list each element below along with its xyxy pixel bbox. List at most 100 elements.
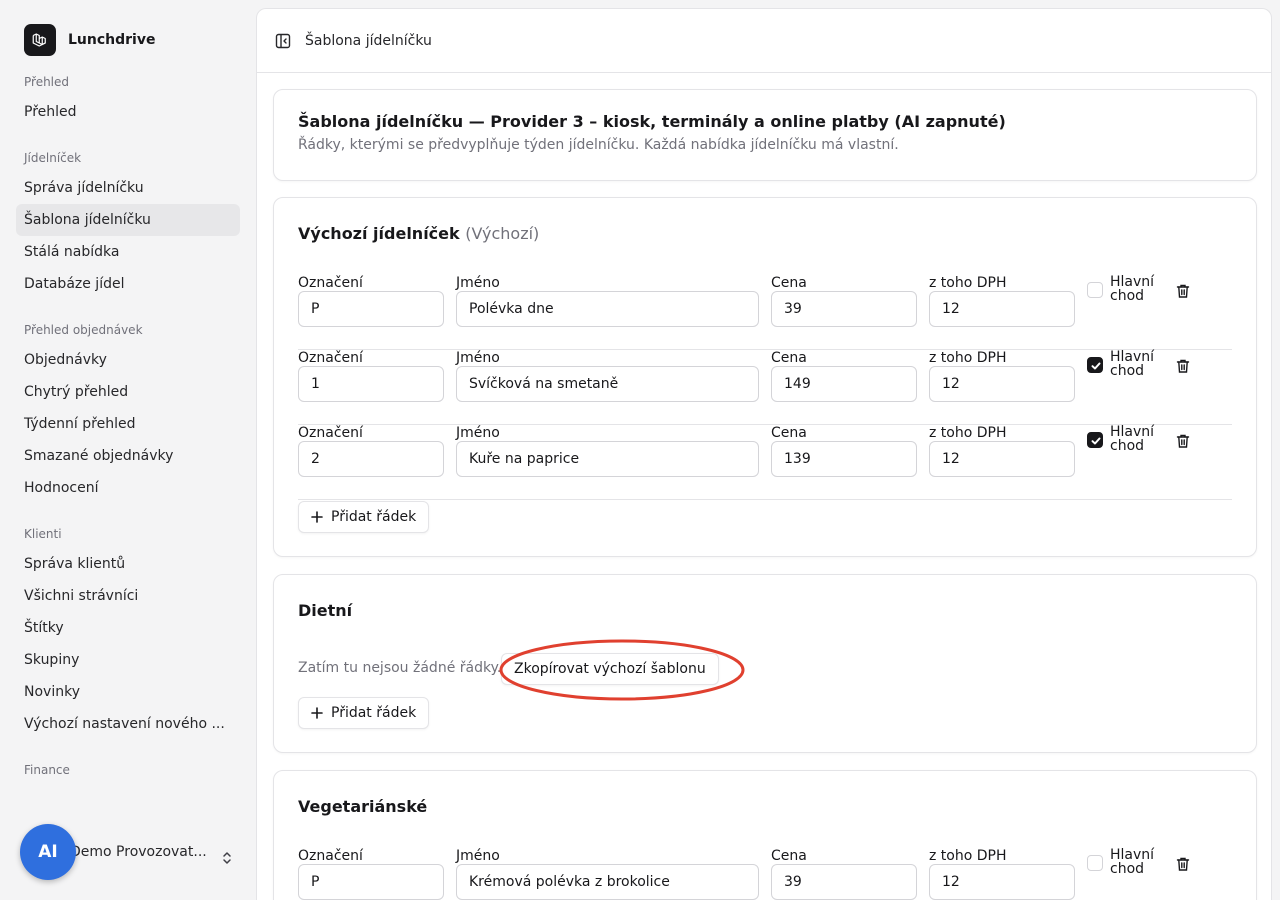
nav-group-label: Finance [24, 763, 70, 777]
empty-rows-text: Zatím tu nejsou žádné řádky. [298, 660, 502, 676]
plus-icon [311, 707, 323, 719]
price-input[interactable]: 39 [771, 864, 917, 900]
nav-group-label: Klienti [24, 527, 62, 541]
add-row-label: Přidat řádek [331, 509, 417, 525]
menu-section-default: Výchozí jídelníček (Výchozí) Označení P J… [273, 197, 1257, 557]
template-row: Označení P Jméno Polévka dne Cena 39 z toho… [298, 275, 1232, 350]
sidebar-item-hodnoceni[interactable]: Hodnocení [16, 472, 240, 504]
trash-icon[interactable] [1175, 283, 1191, 299]
menu-section-dietni: Dietní Zatím tu nejsou žádné řádky. Zkop… [273, 574, 1257, 753]
section-title: Výchozí jídelníček (Výchozí) [298, 224, 539, 243]
user-name: Demo Provozovat... [70, 844, 207, 860]
copy-default-template-label: Zkopírovat výchozí šablonu [514, 661, 706, 677]
plus-icon [311, 511, 323, 523]
price-label: Cena [771, 275, 807, 291]
vat-label: z toho DPH [929, 350, 1007, 366]
copy-default-template-button[interactable]: Zkopírovat výchozí šablonu [501, 653, 719, 685]
code-input[interactable]: P [298, 864, 444, 900]
vat-input[interactable]: 12 [929, 441, 1075, 477]
sidebar-item-chytry-prehled[interactable]: Chytrý přehled [16, 376, 240, 408]
app-logo-icon [24, 24, 56, 56]
code-label: Označení [298, 350, 363, 366]
section-title: Vegetariánské [298, 797, 428, 816]
template-title: Šablona jídelníčku — Provider 3 – kiosk,… [298, 112, 1006, 131]
section-title-text: Výchozí jídelníček [298, 224, 460, 243]
topbar: Šablona jídelníčku [257, 9, 1271, 73]
template-description: Řádky, kterými se předvyplňuje týden jíd… [298, 137, 899, 153]
add-row-button[interactable]: Přidat řádek [298, 697, 430, 729]
sidebar-toggle-icon[interactable] [275, 33, 291, 49]
trash-icon[interactable] [1175, 856, 1191, 872]
name-label: Jméno [456, 275, 500, 291]
name-input[interactable]: Polévka dne [456, 291, 759, 327]
add-row-label: Přidat řádek [331, 705, 417, 721]
sidebar-item-sprava-klientu[interactable]: Správa klientů [16, 548, 240, 580]
code-label: Označení [298, 425, 363, 441]
nav-group-label: Přehled [24, 75, 70, 89]
price-label: Cena [771, 350, 807, 366]
sidebar-item-skupiny[interactable]: Skupiny [16, 644, 240, 676]
sidebar-item-smazane-objednavky[interactable]: Smazané objednávky [16, 440, 240, 472]
chevrons-up-down-icon [223, 852, 231, 864]
sidebar-item-databaze-jidel[interactable]: Databáze jídel [16, 268, 240, 300]
vat-input[interactable]: 12 [929, 291, 1075, 327]
main-panel: Šablona jídelníčku Šablona jídelníčku — … [256, 8, 1272, 900]
name-label: Jméno [456, 848, 500, 864]
sidebar-item-sprava-jidelnicku[interactable]: Správa jídelníčku [16, 172, 240, 204]
main-course-label: Hlavní chod [1110, 349, 1155, 379]
nav-group-label: Jídelníček [24, 151, 82, 165]
main-course-checkbox[interactable] [1087, 357, 1103, 373]
sidebar-item-prehled[interactable]: Přehled [16, 96, 240, 128]
vat-input[interactable]: 12 [929, 864, 1075, 900]
code-input[interactable]: 2 [298, 441, 444, 477]
page-title: Šablona jídelníčku [305, 32, 432, 49]
brand[interactable]: Lunchdrive [24, 24, 155, 56]
check-icon [1091, 362, 1101, 370]
section-title: Dietní [298, 601, 353, 620]
sidebar-item-stala-nabidka[interactable]: Stálá nabídka [16, 236, 240, 268]
template-row: Označení P Jméno Krémová polévka z brokoli… [298, 848, 1232, 900]
sidebar: Lunchdrive Přehled Přehled Jídelníček Sp… [0, 0, 256, 900]
vat-label: z toho DPH [929, 275, 1007, 291]
avatar[interactable]: AI [20, 824, 76, 880]
menu-section-vegetarianske: Vegetariánské Označení P Jméno Krémová pol… [273, 770, 1257, 900]
code-input[interactable]: P [298, 291, 444, 327]
vat-label: z toho DPH [929, 425, 1007, 441]
template-header-card: Šablona jídelníčku — Provider 3 – kiosk,… [273, 89, 1257, 181]
template-row: Označení 1 Jméno Svíčková na smetaně Cena 1… [298, 350, 1232, 425]
price-input[interactable]: 139 [771, 441, 917, 477]
sidebar-item-vychozi-nastaveni[interactable]: Výchozí nastavení nového ... [16, 708, 240, 740]
user-menu[interactable]: AI Demo Provozovat... [20, 824, 240, 880]
vat-input[interactable]: 12 [929, 366, 1075, 402]
add-row-button[interactable]: Přidat řádek [298, 501, 430, 533]
main-course-label: Hlavní chod [1110, 274, 1155, 304]
sidebar-item-objednavky[interactable]: Objednávky [16, 344, 240, 376]
main-course-checkbox[interactable] [1087, 432, 1103, 448]
check-icon [1091, 437, 1101, 445]
sidebar-item-vsichni-stravnici[interactable]: Všichni strávníci [16, 580, 240, 612]
name-input[interactable]: Svíčková na smetaně [456, 366, 759, 402]
code-label: Označení [298, 275, 363, 291]
price-input[interactable]: 39 [771, 291, 917, 327]
price-label: Cena [771, 425, 807, 441]
name-label: Jméno [456, 425, 500, 441]
name-input[interactable]: Kuře na paprice [456, 441, 759, 477]
nav-group-label: Přehled objednávek [24, 323, 143, 337]
price-label: Cena [771, 848, 807, 864]
main-course-label: Hlavní chod [1110, 847, 1155, 877]
trash-icon[interactable] [1175, 433, 1191, 449]
price-input[interactable]: 149 [771, 366, 917, 402]
sidebar-item-novinky[interactable]: Novinky [16, 676, 240, 708]
code-input[interactable]: 1 [298, 366, 444, 402]
vat-label: z toho DPH [929, 848, 1007, 864]
main-course-checkbox[interactable] [1087, 855, 1103, 871]
trash-icon[interactable] [1175, 358, 1191, 374]
main-course-checkbox[interactable] [1087, 282, 1103, 298]
sidebar-item-tydenni-prehled[interactable]: Týdenní přehled [16, 408, 240, 440]
main-course-label: Hlavní chod [1110, 424, 1155, 454]
sidebar-item-stitky[interactable]: Štítky [16, 612, 240, 644]
sidebar-nav: Přehled Přehled Jídelníček Správa jídeln… [16, 72, 240, 780]
name-input[interactable]: Krémová polévka z brokolice [456, 864, 759, 900]
sidebar-item-sablona-jidelnicku[interactable]: Šablona jídelníčku [16, 204, 240, 236]
name-label: Jméno [456, 350, 500, 366]
